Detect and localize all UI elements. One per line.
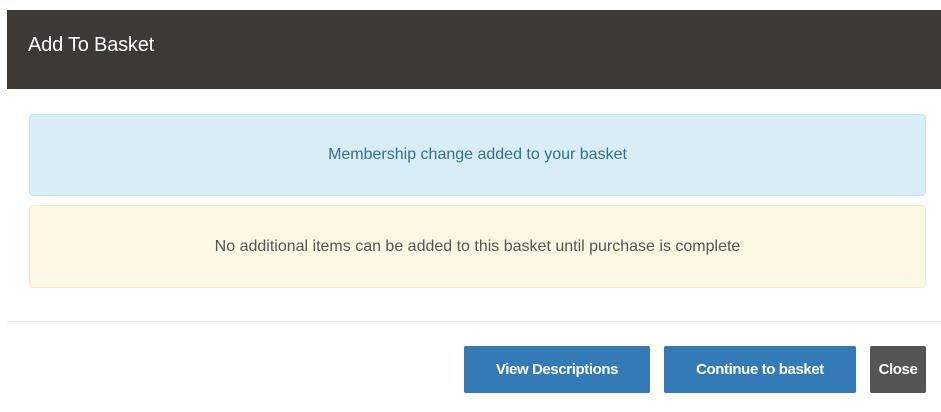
warning-alert: No additional items can be added to this…	[29, 205, 926, 288]
modal-title: Add To Basket	[28, 34, 155, 56]
info-alert-message: Membership change added to your basket	[328, 146, 627, 163]
close-button[interactable]: Close	[870, 346, 926, 393]
continue-to-basket-button[interactable]: Continue to basket	[664, 346, 856, 393]
modal-header: Add To Basket	[7, 10, 941, 89]
footer-divider	[7, 321, 941, 322]
modal-footer: View Descriptions Continue to basket Clo…	[464, 346, 926, 393]
view-descriptions-button[interactable]: View Descriptions	[464, 346, 650, 393]
add-to-basket-modal: Add To Basket Membership change added to…	[0, 0, 941, 412]
warning-alert-message: No additional items can be added to this…	[214, 237, 741, 255]
info-alert: Membership change added to your basket	[29, 114, 926, 196]
